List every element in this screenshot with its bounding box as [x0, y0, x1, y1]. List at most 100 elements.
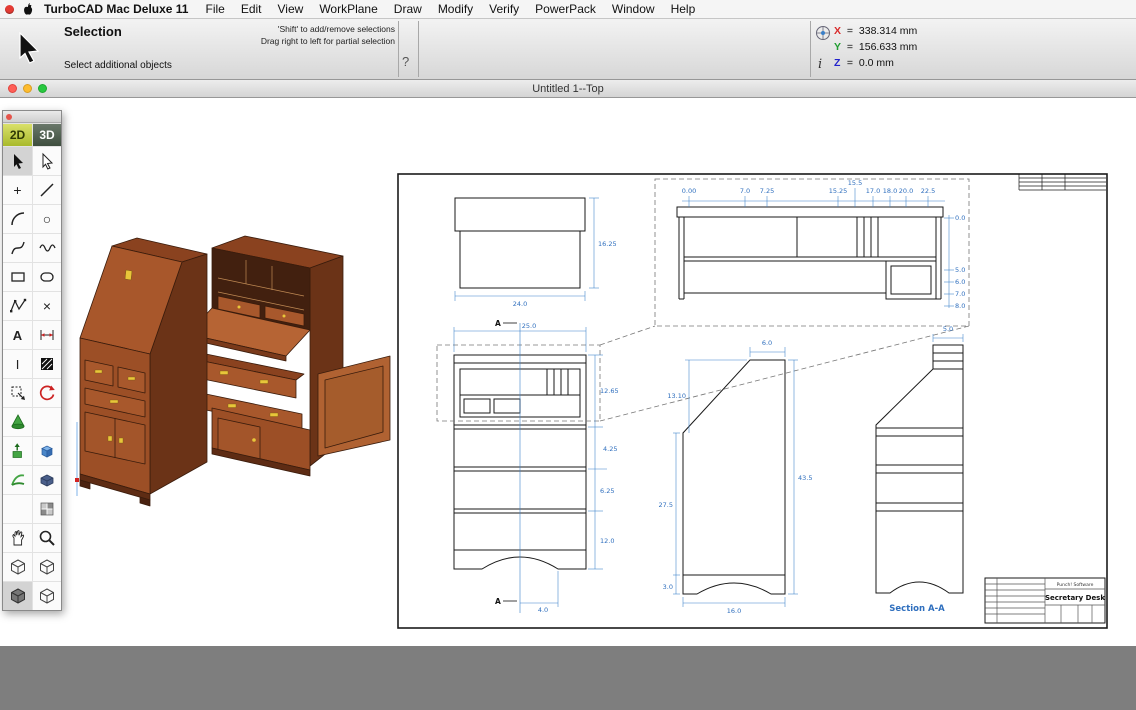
snap-compass-icon[interactable]	[815, 25, 831, 44]
tool-hints: 'Shift' to add/remove selections Drag ri…	[230, 23, 395, 48]
zoom-tool[interactable]	[32, 523, 61, 552]
tool-palette: 2D 3D + ○ × A I	[2, 110, 62, 611]
svg-text:7.25: 7.25	[760, 187, 774, 195]
app-menu[interactable]: TurboCAD Mac Deluxe 11	[40, 2, 197, 16]
coord-x: X = 338.314 mm	[834, 23, 917, 39]
iso-view-ne-button[interactable]	[3, 552, 32, 581]
drawing-sheet[interactable]: 16.25 24.0	[397, 173, 1108, 634]
toolbar-separator	[418, 21, 419, 77]
zoom-button[interactable]	[38, 84, 47, 93]
dim-profile-bottom: 16.0	[727, 607, 741, 615]
svg-text:0.00: 0.00	[682, 187, 696, 195]
svg-text:12.65: 12.65	[600, 387, 619, 395]
dim-front-bottom: 4.0	[538, 606, 548, 614]
dim-top-width: 24.0	[513, 300, 527, 308]
tool-subtitle: Select additional objects	[64, 60, 172, 71]
line-style-tool[interactable]: I	[3, 349, 32, 378]
window-title: Untitled 1--Top	[532, 83, 604, 95]
menu-verify[interactable]: Verify	[481, 2, 527, 16]
dim-profile-right: 43.5	[798, 474, 812, 482]
selection-cursor-icon	[16, 32, 43, 68]
material-grid-tool[interactable]	[32, 494, 61, 523]
menu-powerpack[interactable]: PowerPack	[527, 2, 604, 16]
coord-z: Z = 0.0 mm	[834, 55, 917, 71]
line-tool[interactable]	[32, 175, 61, 204]
menu-help[interactable]: Help	[663, 2, 704, 16]
freehand-tool[interactable]	[32, 233, 61, 262]
svg-text:18.0: 18.0	[883, 187, 897, 195]
svg-text:15.5: 15.5	[848, 179, 862, 187]
select-tool[interactable]	[3, 146, 32, 175]
rectangle-tool[interactable]	[3, 262, 32, 291]
text-tool[interactable]: A	[3, 320, 32, 349]
rotate-tool[interactable]	[32, 378, 61, 407]
coordinate-readout: X = 338.314 mm Y = 156.633 mm Z = 0.0 mm	[834, 23, 917, 71]
svg-text:13.10: 13.10	[667, 392, 686, 400]
info-icon[interactable]: i	[818, 57, 822, 72]
record-indicator[interactable]	[5, 5, 14, 14]
traffic-lights	[8, 84, 47, 93]
menu-modify[interactable]: Modify	[430, 2, 481, 16]
hatch-tool[interactable]	[32, 349, 61, 378]
arc-tool[interactable]	[3, 204, 32, 233]
section-marker-bottom: A	[495, 597, 501, 606]
cone-tool[interactable]	[3, 407, 32, 436]
box-tool[interactable]	[32, 436, 61, 465]
dimension-tool[interactable]	[32, 320, 61, 349]
dim-front-width: 25.0	[522, 322, 536, 330]
menu-draw[interactable]: Draw	[386, 2, 430, 16]
minimize-button[interactable]	[23, 84, 32, 93]
hint-line-1: 'Shift' to add/remove selections	[230, 23, 395, 35]
circle-tool[interactable]: ○	[32, 204, 61, 233]
iso-view-nw-button[interactable]	[32, 552, 61, 581]
hint-line-2: Drag right to left for partial selection	[230, 35, 395, 47]
menu-file[interactable]: File	[197, 2, 232, 16]
desk-model-closed[interactable]	[80, 238, 207, 506]
transform-tool[interactable]	[3, 378, 32, 407]
loft-tool[interactable]	[3, 465, 32, 494]
extrude-tool[interactable]	[3, 436, 32, 465]
toolbar-separator	[398, 21, 399, 77]
pan-tool[interactable]	[3, 523, 32, 552]
polyline-tool[interactable]	[3, 291, 32, 320]
menu-edit[interactable]: Edit	[233, 2, 270, 16]
svg-text:3.0: 3.0	[663, 583, 673, 591]
svg-text:0.0: 0.0	[955, 214, 965, 222]
coord-y: Y = 156.633 mm	[834, 39, 917, 55]
palette-close-button[interactable]	[6, 114, 12, 120]
sphere-tool[interactable]	[32, 407, 61, 436]
svg-text:15.25: 15.25	[829, 187, 848, 195]
erase-tool[interactable]: ×	[32, 291, 61, 320]
svg-text:7.0: 7.0	[740, 187, 750, 195]
desk-model-open[interactable]	[188, 236, 390, 476]
tool-title: Selection	[64, 24, 122, 39]
iso-view-se-button[interactable]	[3, 581, 32, 610]
title-block-title: Secretary Desk	[1045, 594, 1105, 602]
render-tool[interactable]	[3, 494, 32, 523]
menu-view[interactable]: View	[270, 2, 312, 16]
menu-window[interactable]: Window	[604, 2, 663, 16]
drawing-canvas[interactable]: 16.25 24.0	[0, 98, 1136, 646]
rounded-rect-tool[interactable]	[32, 262, 61, 291]
menubar: TurboCAD Mac Deluxe 11 File Edit View Wo…	[0, 0, 1136, 19]
solid-tool[interactable]	[32, 465, 61, 494]
point-tool[interactable]: +	[3, 175, 32, 204]
apple-menu[interactable]	[22, 2, 34, 16]
dim-section-top: 5.0	[943, 325, 953, 333]
help-button[interactable]: ?	[402, 54, 409, 69]
svg-text:7.0: 7.0	[955, 290, 965, 298]
section-marker-top: A	[495, 319, 501, 328]
mode-2d-button[interactable]: 2D	[3, 123, 32, 146]
direct-select-tool[interactable]	[32, 146, 61, 175]
close-button[interactable]	[8, 84, 17, 93]
window-titlebar[interactable]: Untitled 1--Top	[0, 80, 1136, 98]
mode-3d-button[interactable]: 3D	[32, 123, 61, 146]
iso-view-sw-button[interactable]	[32, 581, 61, 610]
svg-text:4.25: 4.25	[603, 445, 617, 453]
menu-workplane[interactable]: WorkPlane	[311, 2, 385, 16]
curve-tool[interactable]	[3, 233, 32, 262]
sheet-border	[398, 174, 1107, 628]
toolbar: Selection Select additional objects 'Shi…	[0, 19, 1136, 80]
palette-titlebar[interactable]	[3, 111, 61, 123]
svg-text:20.0: 20.0	[899, 187, 913, 195]
